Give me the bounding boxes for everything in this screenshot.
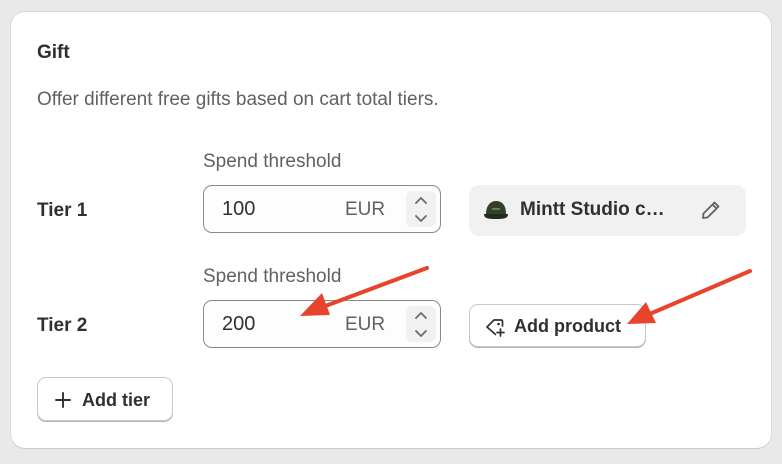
tier-2-threshold-label: Spend threshold [203,266,342,287]
chevron-down-icon [415,214,427,222]
tier-1-stepper [406,191,436,227]
tier-1-gift-product[interactable]: Mintt Studio c… [469,185,746,236]
tier-1-product-name: Mintt Studio c… [520,199,665,220]
cap-thumbnail-icon [484,201,508,219]
chevron-down-icon [415,329,427,337]
pencil-icon[interactable] [699,198,723,222]
add-tier-button[interactable]: Add tier [37,377,173,421]
tier-1-decrement-button[interactable] [406,209,436,227]
add-tier-label: Add tier [82,390,151,410]
tag-plus-icon [486,319,505,337]
add-product-button[interactable]: Add product [469,304,646,347]
tier-2-threshold-field: EUR [203,300,441,348]
tier-2-decrement-button[interactable] [406,324,436,342]
chevron-up-icon [415,196,427,204]
tier-2-label: Tier 2 [37,315,88,336]
tier-1-currency-suffix: EUR [345,199,386,220]
section-description: Offer different free gifts based on cart… [37,89,439,110]
tier-1-threshold-field: EUR [203,185,441,233]
tier-1-amount-input[interactable] [222,198,332,221]
chevron-up-icon [415,311,427,319]
plus-icon [55,392,71,408]
tier-2-currency-suffix: EUR [345,314,386,335]
tier-2-amount-input[interactable] [222,313,332,336]
section-title: Gift [37,42,70,63]
add-product-label: Add product [514,316,621,336]
tier-1-label: Tier 1 [37,200,88,221]
tier-1-increment-button[interactable] [406,191,436,209]
tier-2-stepper [406,306,436,342]
tier-2-increment-button[interactable] [406,306,436,324]
tier-1-threshold-label: Spend threshold [203,151,342,172]
